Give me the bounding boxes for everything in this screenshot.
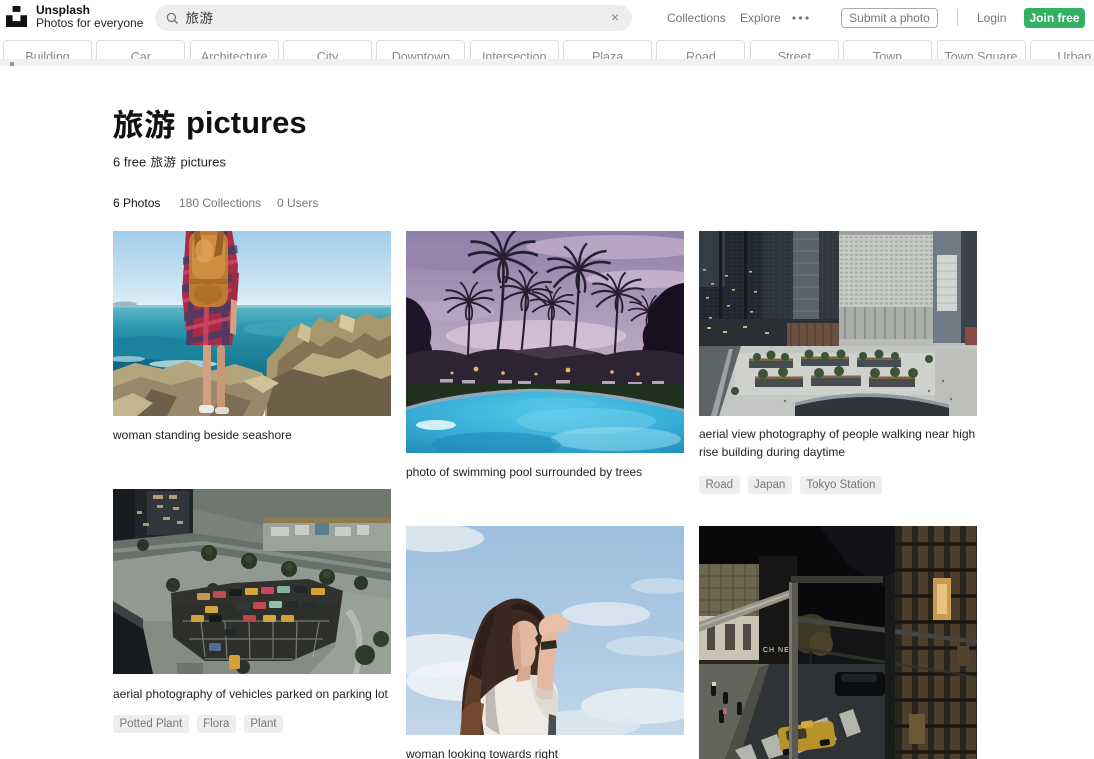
svg-text:CH NE: CH NE — [763, 647, 790, 654]
